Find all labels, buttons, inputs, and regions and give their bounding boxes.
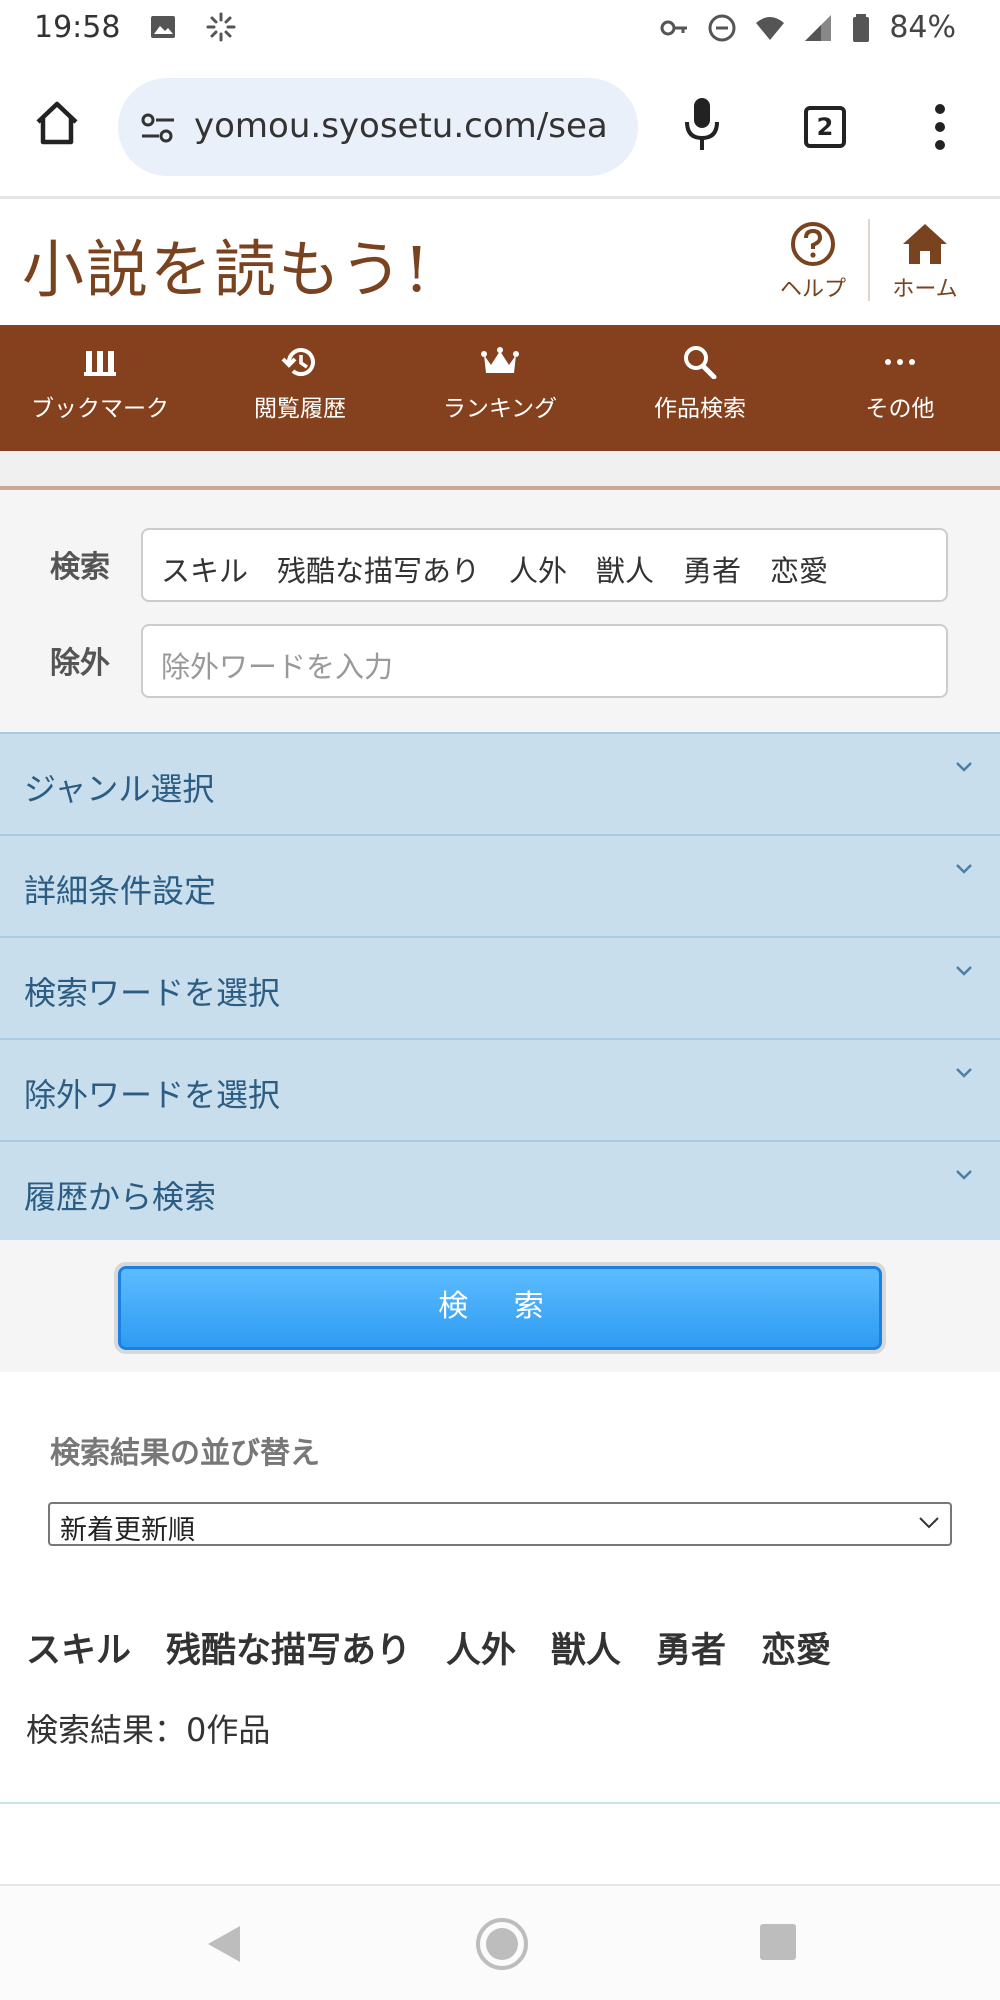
results-divider	[0, 1802, 1000, 1804]
browser-toolbar: yomou.syosetu.com/sea 2	[0, 58, 1000, 196]
sort-title: 検索結果の並び替え	[50, 1436, 320, 1471]
keyword-label: 検索	[50, 550, 110, 585]
browser-home-icon[interactable]	[32, 98, 82, 148]
sort-selected-value: 新着更新順	[60, 1515, 195, 1546]
home-label: ホーム	[892, 277, 958, 302]
crown-icon	[481, 347, 519, 373]
accordion-keywords[interactable]: 検索ワードを選択	[0, 936, 1000, 1038]
wifi-icon	[756, 16, 785, 40]
search-button-area: 検 索	[0, 1240, 1000, 1372]
chevron-down-icon	[956, 1068, 972, 1078]
status-bar: 19:58 84%	[0, 0, 1000, 58]
help-label: ヘルプ	[779, 277, 846, 302]
chevron-down-icon	[956, 966, 972, 976]
nav-label: 閲覧履歴	[254, 396, 346, 422]
history-icon	[281, 348, 315, 377]
tab-switcher-button[interactable]: 2	[804, 106, 846, 148]
accordion-label: 除外ワードを選択	[24, 1076, 281, 1114]
search-button[interactable]: 検 索	[118, 1266, 882, 1350]
nav-ranking[interactable]: ランキング	[400, 325, 600, 451]
battery-percent: 84%	[889, 10, 956, 45]
help-button[interactable]: ヘルプ	[768, 221, 858, 303]
nav-history[interactable]: 閲覧履歴	[200, 325, 400, 451]
signal-icon	[805, 14, 832, 41]
search-form: 検索 スキル 残酷な描写あり 人外 獣人 勇者 恋愛 除外 除外ワードを入力	[0, 490, 1000, 732]
header-separator	[868, 219, 870, 301]
site-home-button[interactable]: ホーム	[880, 221, 970, 303]
url-text[interactable]: yomou.syosetu.com/sea	[194, 106, 624, 146]
nav-label: その他	[865, 396, 935, 422]
accordion-label: 詳細条件設定	[24, 872, 217, 910]
accordion-label: 検索ワードを選択	[24, 974, 281, 1012]
exclude-label: 除外	[50, 646, 110, 681]
nav-spacer	[0, 451, 1000, 488]
home-circle-icon[interactable]	[474, 1916, 530, 1972]
nav-label: ブックマーク	[31, 396, 169, 422]
help-icon	[791, 222, 835, 266]
accordion-exclude[interactable]: 除外ワードを選択	[0, 1038, 1000, 1140]
chevron-down-icon	[956, 1170, 972, 1180]
accordion-label: 履歴から検索	[24, 1178, 217, 1216]
accordion-history[interactable]: 履歴から検索	[0, 1140, 1000, 1242]
home-icon	[903, 224, 947, 264]
query-display: スキル 残酷な描写あり 人外 獣人 勇者 恋愛	[26, 1631, 832, 1671]
chevron-down-icon	[956, 762, 972, 772]
chevron-down-icon	[919, 1517, 939, 1529]
result-count: 検索結果：0作品	[26, 1711, 271, 1749]
search-icon	[684, 346, 717, 379]
system-nav-bar	[0, 1886, 1000, 2000]
accordion-detail[interactable]: 詳細条件設定	[0, 834, 1000, 936]
site-settings-icon[interactable]	[138, 108, 178, 148]
main-nav: ブックマーク 閲覧履歴 ランキング 作品検索 その他	[0, 325, 1000, 451]
url-bar[interactable]: yomou.syosetu.com/sea	[118, 78, 638, 176]
accordion-genre[interactable]: ジャンル選択	[0, 732, 1000, 834]
microphone-icon[interactable]	[684, 96, 720, 152]
back-icon[interactable]	[202, 1922, 244, 1966]
nav-label: ランキング	[442, 396, 558, 422]
exclude-input[interactable]: 除外ワードを入力	[141, 624, 948, 698]
image-notification-icon	[151, 16, 175, 38]
loading-notification-icon	[206, 12, 236, 42]
recents-icon[interactable]	[758, 1922, 798, 1962]
do-not-disturb-icon	[708, 14, 736, 41]
browser-menu-icon[interactable]	[930, 102, 950, 152]
chevron-down-icon	[956, 864, 972, 874]
battery-icon	[853, 13, 870, 42]
keyword-input[interactable]: スキル 残酷な描写あり 人外 獣人 勇者 恋愛	[141, 528, 948, 602]
accordion-label: ジャンル選択	[24, 770, 215, 808]
status-time: 19:58	[34, 10, 121, 45]
nav-search[interactable]: 作品検索	[600, 325, 800, 451]
vpn-key-icon	[660, 20, 688, 35]
more-icon	[885, 359, 915, 365]
site-logo[interactable]: 小説を読もう!	[22, 219, 431, 309]
site-header: 小説を読もう! ヘルプ ホーム	[0, 199, 1000, 325]
bookmark-icon	[84, 351, 116, 376]
nav-label: 作品検索	[654, 396, 746, 422]
nav-bookmark[interactable]: ブックマーク	[0, 325, 200, 451]
nav-more[interactable]: その他	[800, 325, 1000, 451]
sort-select[interactable]: 新着更新順	[48, 1502, 952, 1546]
